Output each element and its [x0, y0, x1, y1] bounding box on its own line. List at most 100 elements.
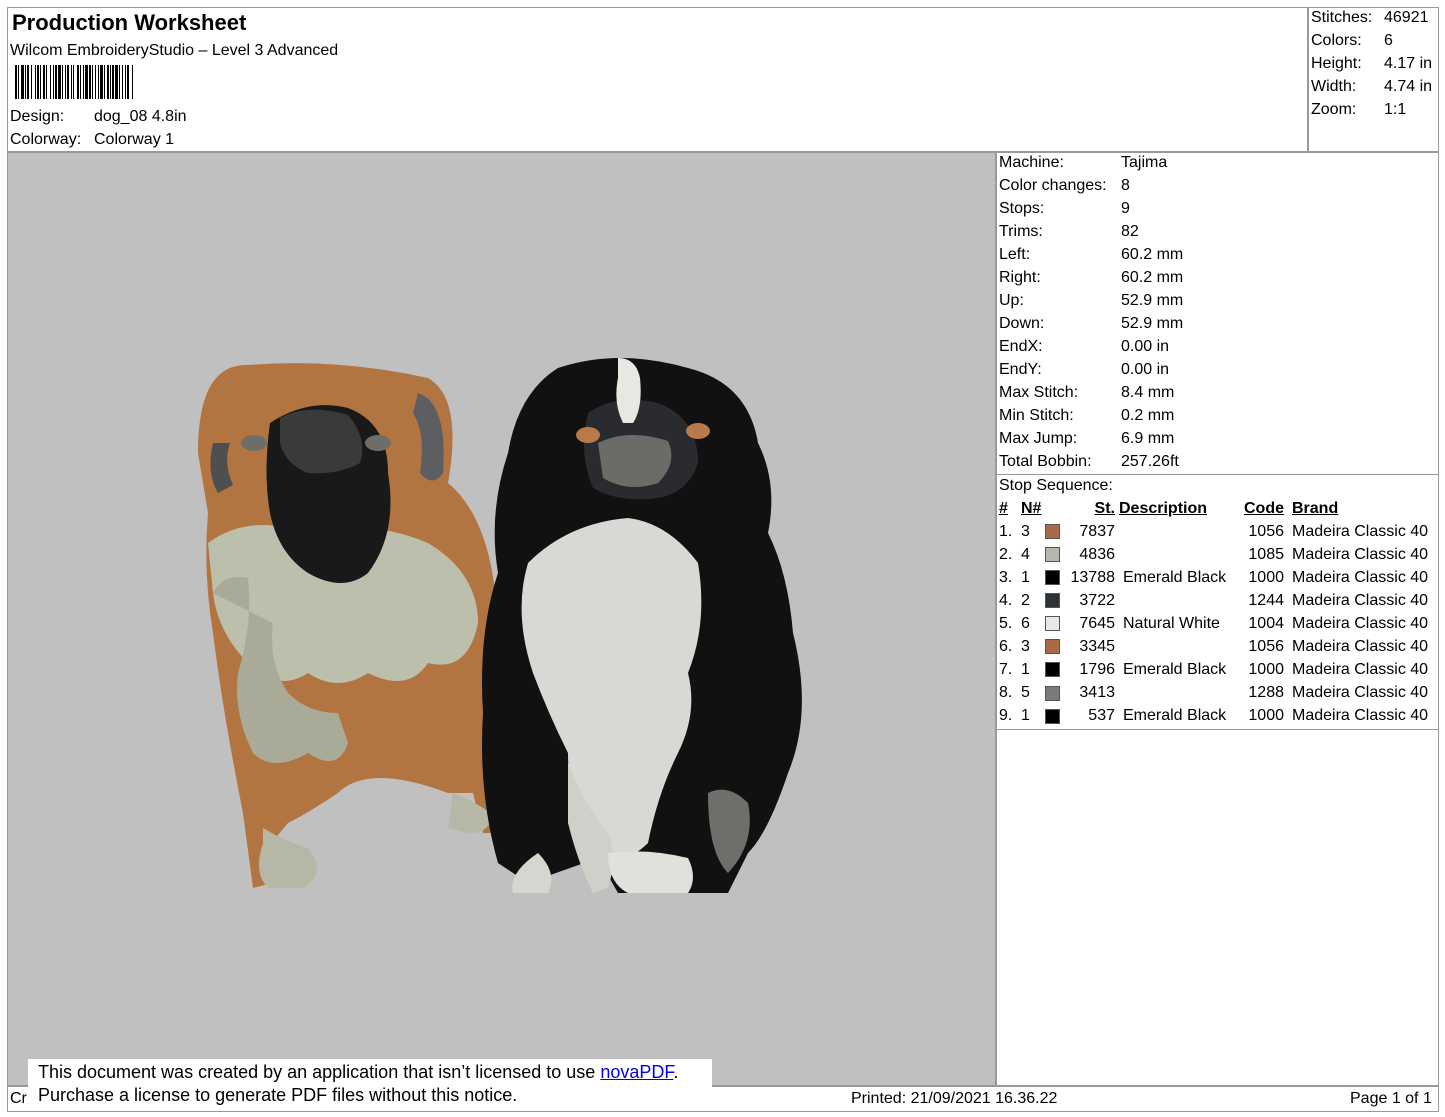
- col-code: Code: [1244, 499, 1284, 517]
- stop-sequence-header: # N# St. Description Code Brand: [999, 497, 1428, 520]
- row-needle: 3: [1021, 638, 1030, 656]
- info-value: 0.00 in: [1121, 361, 1170, 378]
- color-swatch-cell: [1045, 589, 1065, 612]
- row-number: 2.: [999, 545, 1013, 563]
- printed-timestamp: Printed: 21/09/2021 16.36.22: [851, 1090, 1058, 1107]
- stop-sequence-row: 7. 1 1796 Emerald Black 1000 Madeira Classic …: [999, 659, 1428, 682]
- info-row-down: Down: 52.9 mm: [999, 312, 1183, 335]
- info-row-color-changes: Color changes: 8: [999, 174, 1183, 197]
- row-number: 5.: [999, 615, 1013, 633]
- info-label: Up:: [999, 292, 1024, 309]
- col-description: Description: [1119, 499, 1208, 517]
- info-label: EndY:: [999, 361, 1042, 378]
- novapdf-link[interactable]: novaPDF: [600, 1062, 673, 1082]
- info-label: Total Bobbin:: [999, 453, 1092, 470]
- info-value: 0.00 in: [1121, 338, 1170, 355]
- barcode: [15, 65, 133, 99]
- info-row-total-bobbin: Total Bobbin: 257.26ft: [999, 450, 1183, 473]
- barcode-bars: [15, 65, 133, 99]
- row-number: 1.: [999, 522, 1013, 540]
- design-preview: [7, 152, 996, 1086]
- row-code: 1056: [1248, 522, 1284, 540]
- row-code: 1056: [1248, 638, 1284, 656]
- row-number: 6.: [999, 638, 1013, 656]
- row-stitches: 537: [1088, 707, 1115, 725]
- summary-value: 4.17 in: [1384, 55, 1433, 72]
- stop-sequence-row: 1. 3 7837 1056 Madeira Classic 40: [999, 520, 1428, 543]
- row-code: 1288: [1248, 684, 1284, 702]
- info-label: Right:: [999, 269, 1041, 286]
- row-stitches: 7645: [1079, 615, 1115, 633]
- info-value: 60.2 mm: [1121, 269, 1184, 286]
- col-brand: Brand: [1292, 499, 1339, 517]
- row-brand: Madeira Classic 40: [1292, 684, 1429, 702]
- info-row-right: Right: 60.2 mm: [999, 266, 1183, 289]
- row-code: 1000: [1248, 568, 1284, 586]
- row-stitches: 3413: [1079, 684, 1115, 702]
- notice-text: This document was created by an applicat…: [38, 1062, 601, 1082]
- row-needle: 5: [1021, 684, 1030, 702]
- row-needle: 1: [1021, 707, 1030, 725]
- summary-row-colors: Colors: 6: [1311, 29, 1432, 52]
- info-row-endx: EndX: 0.00 in: [999, 335, 1183, 358]
- summary-row-height: Height: 4.17 in: [1311, 52, 1432, 75]
- row-stitches: 3345: [1079, 638, 1115, 656]
- summary-label: Zoom:: [1311, 101, 1357, 118]
- color-swatch-cell: [1045, 636, 1065, 659]
- row-needle: 1: [1021, 568, 1030, 586]
- info-value: Tajima: [1121, 154, 1168, 171]
- color-swatch-cell: [1045, 612, 1065, 635]
- info-value: 52.9 mm: [1121, 315, 1184, 332]
- color-swatch-cell: [1045, 543, 1065, 566]
- stop-sequence-row: 8. 5 3413 1288 Madeira Classic 40: [999, 682, 1428, 705]
- row-number: 9.: [999, 707, 1013, 725]
- info-row-machine: Machine: Tajima: [999, 151, 1183, 174]
- info-label: Left:: [999, 246, 1031, 263]
- license-notice-line2: Purchase a license to generate PDF files…: [38, 1085, 518, 1105]
- stop-sequence-row: 2. 4 4836 1085 Madeira Classic 40: [999, 543, 1428, 566]
- col-needle: N#: [1021, 499, 1042, 517]
- row-code: 1000: [1248, 661, 1284, 679]
- row-brand: Madeira Classic 40: [1292, 568, 1429, 586]
- color-swatch: [1045, 639, 1060, 655]
- row-needle: 4: [1021, 545, 1030, 563]
- stop-sequence-row: 4. 2 3722 1244 Madeira Classic 40: [999, 589, 1428, 612]
- row-stitches: 3722: [1079, 591, 1115, 609]
- row-needle: 3: [1021, 522, 1030, 540]
- colorway-label: Colorway:: [10, 131, 82, 148]
- color-swatch-cell: [1045, 659, 1065, 682]
- info-row-min-stitch: Min Stitch: 0.2 mm: [999, 404, 1183, 427]
- row-description: Natural White: [1123, 615, 1220, 633]
- summary-row-width: Width: 4.74 in: [1311, 75, 1432, 98]
- row-stitches: 13788: [1070, 568, 1116, 586]
- info-label: Down:: [999, 315, 1045, 332]
- row-description: [1119, 589, 1234, 612]
- stop-sequence-row: 9. 1 537 Emerald Black 1000 Madeira Classic 4…: [999, 705, 1428, 728]
- stop-sequence-row: 5. 6 7645 Natural White 1004 Madeira Classic …: [999, 612, 1428, 635]
- row-needle: 6: [1021, 615, 1030, 633]
- info-row-stops: Stops: 9: [999, 197, 1183, 220]
- embroidery-dogs-image: [198, 358, 802, 893]
- row-number: 4.: [999, 591, 1013, 609]
- stop-sequence-bottom-divider: [996, 729, 1439, 730]
- row-description: Emerald Black: [1123, 707, 1227, 725]
- color-swatch-cell: [1045, 705, 1065, 728]
- brown-dog: [198, 363, 499, 888]
- info-row-endy: EndY: 0.00 in: [999, 358, 1183, 381]
- row-brand: Madeira Classic 40: [1292, 661, 1429, 679]
- info-value: 8.4 mm: [1121, 384, 1175, 401]
- info-row-trims: Trims: 82: [999, 220, 1183, 243]
- row-code: 1000: [1248, 707, 1284, 725]
- design-value: dog_08 4.8in: [94, 108, 187, 125]
- row-needle: 2: [1021, 591, 1030, 609]
- row-code: 1244: [1248, 591, 1284, 609]
- row-description: [1119, 636, 1234, 659]
- info-label: Max Stitch:: [999, 384, 1079, 401]
- summary-label: Colors:: [1311, 32, 1362, 49]
- info-label: Stops:: [999, 200, 1045, 217]
- info-label: Max Jump:: [999, 430, 1078, 447]
- row-brand: Madeira Classic 40: [1292, 545, 1429, 563]
- notice-period: .: [673, 1062, 679, 1082]
- summary-label: Width:: [1311, 78, 1357, 95]
- color-swatch: [1045, 708, 1060, 724]
